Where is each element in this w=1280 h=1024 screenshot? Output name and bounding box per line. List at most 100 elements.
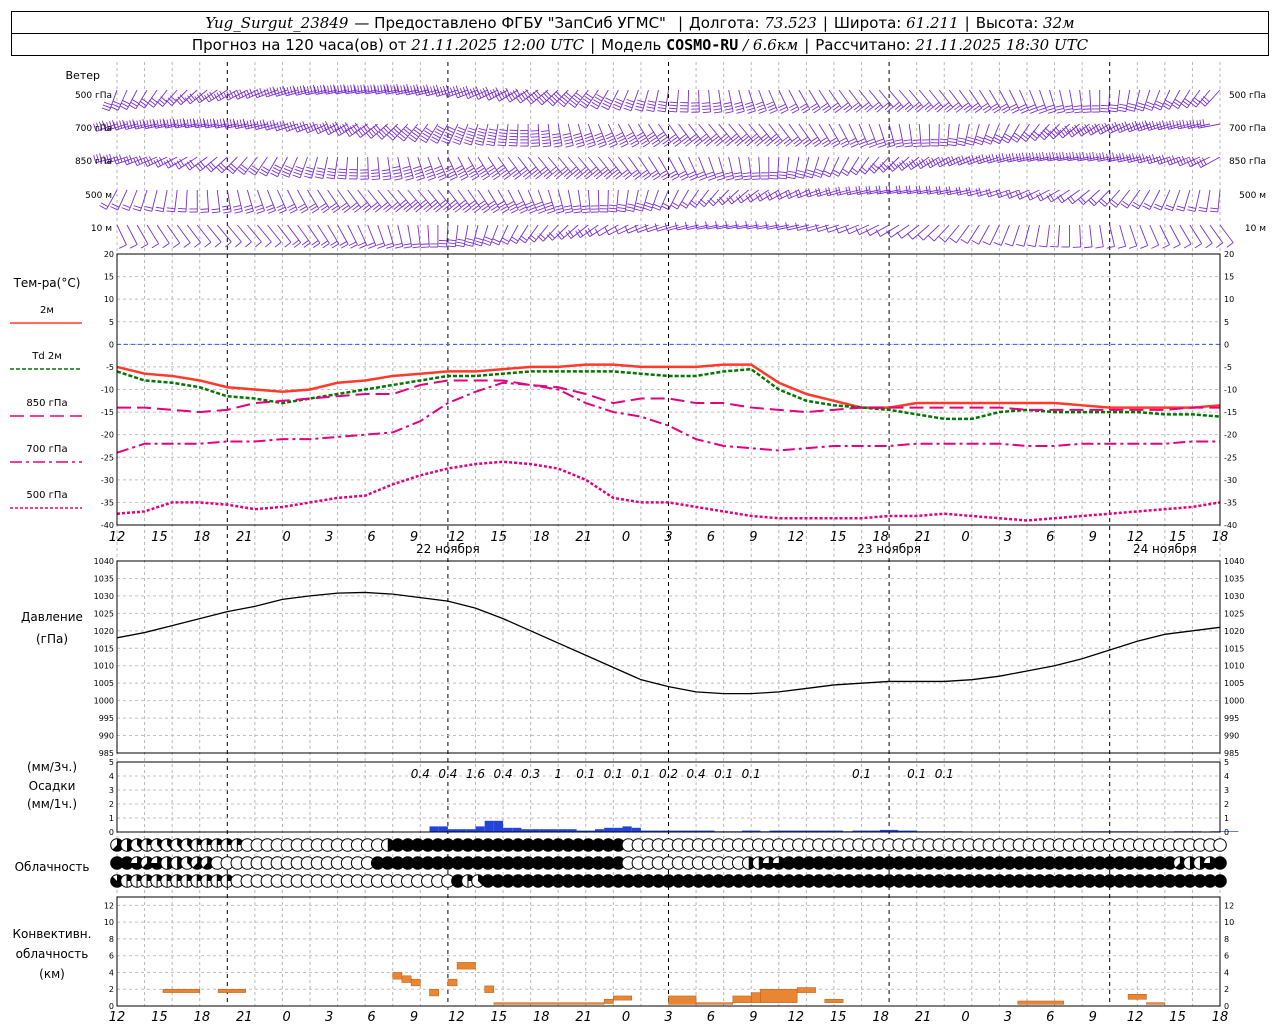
wind-barb (317, 189, 330, 214)
barb-flag (511, 209, 519, 214)
barb-flag (206, 119, 210, 128)
barb-flag (1056, 110, 1065, 114)
barb-flag (653, 175, 661, 181)
barb-shaft (878, 123, 887, 146)
barb-flag (453, 138, 462, 143)
barb-flag (1018, 104, 1027, 109)
barb-flag (968, 187, 972, 196)
barb-shaft (758, 89, 767, 111)
wind-barb (429, 224, 439, 248)
barb-flag (636, 202, 645, 206)
barb-shaft (367, 224, 377, 246)
y-tick-label: -5 (106, 363, 114, 372)
wind-barb (1057, 123, 1080, 139)
barb-flag (814, 141, 822, 148)
barb-flag (497, 200, 505, 206)
x-tick-label: 18 (533, 530, 550, 545)
barb-flag (390, 85, 393, 94)
precip-3h-label: 0.4 (411, 767, 430, 781)
barb-flag (149, 119, 153, 128)
barb-flag (1148, 121, 1153, 130)
barb-flag (627, 203, 636, 206)
precip-3h-label: 0.4 (687, 767, 706, 781)
conv-bar (484, 985, 495, 993)
wind-barb (507, 156, 522, 180)
wind-barb (866, 123, 878, 148)
x-tick-label: 15 (830, 530, 847, 545)
barb-flag (445, 131, 453, 136)
barb-flag (965, 142, 974, 146)
barb-flag (481, 205, 489, 211)
barb-flag (1151, 120, 1156, 129)
barb-flag (287, 203, 295, 209)
barb-flag (437, 125, 445, 131)
cloud-title: Облачность (15, 860, 90, 874)
barb-flag (277, 206, 286, 211)
wind-barb (848, 123, 859, 148)
barb-flag (273, 167, 281, 172)
barb-flag (573, 208, 582, 211)
barb-flag (795, 222, 799, 231)
barb-flag (488, 131, 497, 134)
wind-barb (948, 123, 960, 147)
barb-flag (1165, 204, 1174, 209)
wind-barb (572, 189, 582, 214)
barb-flag (211, 211, 220, 214)
barb-flag (702, 108, 711, 111)
barb-flag (679, 173, 688, 178)
x-tick-label-bottom: 18 (872, 1010, 889, 1024)
barb-flag (824, 107, 832, 114)
barb-shaft (477, 189, 491, 209)
x-tick-label-bottom: 0 (283, 1010, 291, 1024)
wind-barb (903, 123, 913, 148)
wind-barb (906, 156, 930, 170)
wind-barb (530, 123, 540, 147)
barb-flag (166, 210, 175, 213)
barb-flag (841, 168, 850, 174)
barb-flag (960, 238, 968, 244)
barb-flag (1109, 107, 1118, 110)
conv-bar (162, 988, 200, 993)
barb-flag (1092, 151, 1095, 161)
barb-flag (243, 204, 252, 208)
x-tick-label: 21 (575, 530, 592, 545)
barb-flag (414, 171, 423, 175)
barb-flag (660, 136, 668, 142)
wind-barb (1175, 189, 1191, 212)
barb-shaft (989, 224, 1000, 246)
wind-barb (849, 156, 870, 176)
wind-barb (441, 123, 459, 145)
barb-shaft (1057, 224, 1061, 247)
barb-flag (723, 105, 732, 108)
barb-flag (925, 160, 931, 168)
pressure-title: Давление (21, 610, 83, 624)
barb-shaft (1108, 156, 1130, 163)
wind-barb (1189, 224, 1203, 249)
barb-flag (785, 222, 788, 231)
barb-flag (580, 100, 589, 107)
wind-barb (1025, 189, 1050, 201)
barb-flag (904, 145, 913, 148)
wind-barb (265, 189, 276, 214)
wind-barb (447, 224, 459, 248)
wind-barb (599, 189, 609, 213)
barb-flag (455, 165, 463, 170)
barb-flag (1126, 154, 1129, 163)
barb-flag (999, 103, 1008, 109)
barb-shaft (162, 189, 168, 212)
y-tick-label-right: 995 (1224, 714, 1239, 723)
wind-barb (327, 189, 341, 214)
barb-flag (681, 200, 689, 207)
x-tick-label: 18 (1212, 530, 1229, 545)
legend-label: 850 гПа (26, 398, 67, 409)
barb-flag (143, 208, 152, 212)
wind-barb (993, 224, 1010, 246)
barb-shaft (1204, 89, 1221, 107)
y-tick-label: 0 (109, 828, 114, 837)
barb-flag (421, 246, 430, 248)
barb-flag (1153, 206, 1162, 211)
barb-flag (1226, 242, 1234, 248)
barb-flag (464, 139, 473, 143)
barb-flag (476, 164, 484, 170)
barb-flag (974, 107, 982, 114)
